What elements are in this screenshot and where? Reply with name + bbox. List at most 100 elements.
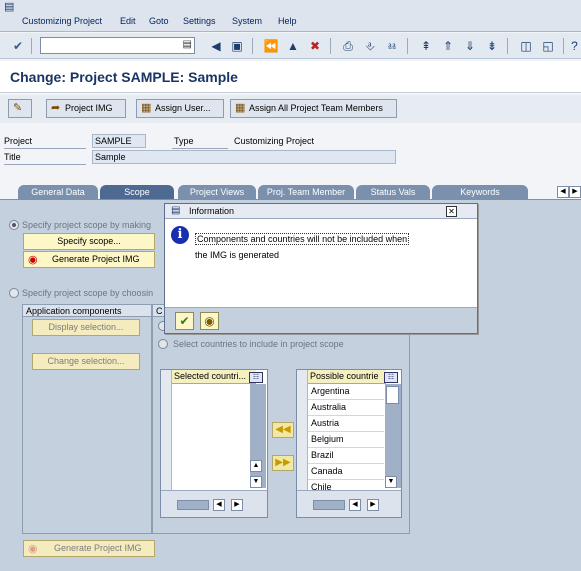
tab-keywords[interactable]: Keywords bbox=[432, 185, 528, 199]
possible-scroll-left-icon[interactable]: ◀ bbox=[349, 499, 361, 511]
selected-table-footer: ◀ ▶ bbox=[161, 490, 267, 517]
tab-scope[interactable]: Scope bbox=[100, 185, 174, 199]
find-icon[interactable]: ⎀ bbox=[361, 37, 379, 55]
assign-all-icon: ▦ bbox=[235, 102, 246, 114]
command-field[interactable]: ▤ bbox=[40, 37, 195, 54]
project-label-underline bbox=[4, 148, 86, 149]
list-item[interactable]: Austria bbox=[308, 416, 384, 432]
tab-general-data[interactable]: General Data bbox=[18, 185, 98, 199]
type-label-underline bbox=[172, 148, 228, 149]
nav-back-icon[interactable]: ⏪ bbox=[262, 37, 280, 55]
bottom-generate-img-button[interactable]: ◉ Generate Project IMG bbox=[23, 540, 155, 557]
back-icon[interactable]: ◀ bbox=[207, 37, 225, 55]
toolbar-separator bbox=[563, 38, 564, 54]
close-icon[interactable]: ✕ bbox=[446, 206, 457, 217]
dialog-title-bar: ▤ Information ✕ bbox=[165, 204, 477, 219]
system-menu-icon[interactable]: ▤ bbox=[4, 1, 17, 13]
choose-scope-radio-label: Specify project scope by choosin bbox=[22, 288, 154, 298]
last-page-icon[interactable]: ⇟ bbox=[483, 37, 501, 55]
list-item[interactable]: Australia bbox=[308, 400, 384, 416]
list-item[interactable]: Canada bbox=[308, 464, 384, 480]
possible-countries-table[interactable]: Possible countrie ☷ Argentina Australia … bbox=[296, 369, 402, 518]
help-icon[interactable]: ? bbox=[568, 37, 581, 55]
possible-countries-header: Possible countrie bbox=[308, 370, 386, 384]
row-selector-column[interactable] bbox=[297, 370, 308, 490]
dialog-title: Information bbox=[189, 206, 235, 216]
project-img-button[interactable]: ➦ Project IMG bbox=[46, 99, 126, 118]
selected-countries-table[interactable]: Selected countri... ☷ ▲ ▼ ◀ ▶ bbox=[160, 369, 268, 518]
display-change-button[interactable]: ✎ bbox=[8, 99, 32, 118]
tab-scroll-right-icon[interactable]: ▶ bbox=[569, 186, 581, 198]
assign-user-button[interactable]: ▦ Assign User... bbox=[136, 99, 224, 118]
selected-scroll-down-icon[interactable]: ▼ bbox=[250, 476, 262, 488]
menu-system[interactable]: System bbox=[232, 16, 262, 26]
print-icon[interactable]: ⎙ bbox=[339, 37, 357, 55]
display-selection-button[interactable]: Display selection... bbox=[32, 319, 140, 336]
generate-img-icon: ◉ bbox=[28, 254, 38, 266]
cancel-icon[interactable]: ✖ bbox=[306, 37, 324, 55]
remove-country-button[interactable]: ▶▶ bbox=[272, 455, 294, 471]
possible-scroll-right-icon[interactable]: ▶ bbox=[367, 499, 379, 511]
find-next-icon[interactable]: ⎂ bbox=[383, 37, 401, 55]
list-item[interactable]: Brazil bbox=[308, 448, 384, 464]
specify-scope-button[interactable]: Specify scope... bbox=[23, 233, 155, 250]
new-session-icon[interactable]: ◫ bbox=[517, 37, 535, 55]
list-item[interactable]: Belgium bbox=[308, 432, 384, 448]
dialog-message-line1: Components and countries will not be inc… bbox=[195, 233, 410, 245]
project-label: Project bbox=[4, 136, 33, 146]
dialog-message-line2: the IMG is generated bbox=[195, 250, 280, 260]
tab-proj-team-member[interactable]: Proj. Team Member bbox=[258, 185, 354, 199]
title-field: Sample bbox=[92, 150, 396, 164]
possible-scroll-down-icon[interactable]: ▼ bbox=[385, 476, 397, 488]
assign-user-label: Assign User... bbox=[155, 103, 211, 113]
choose-scope-radio[interactable] bbox=[9, 288, 19, 298]
app-components-group: Application components bbox=[22, 304, 152, 534]
menu-edit[interactable]: Edit bbox=[120, 16, 136, 26]
tab-status-vals[interactable]: Status Vals bbox=[356, 185, 430, 199]
menu-help[interactable]: Help bbox=[278, 16, 297, 26]
help-icon[interactable]: ◉ bbox=[200, 312, 219, 330]
first-page-icon[interactable]: ⇞ bbox=[417, 37, 435, 55]
shortcut-icon[interactable]: ◱ bbox=[539, 37, 557, 55]
confirm-button[interactable]: ✔ bbox=[175, 312, 194, 330]
list-item[interactable]: Argentina bbox=[308, 384, 384, 400]
project-img-label: Project IMG bbox=[65, 103, 113, 113]
tab-project-views[interactable]: Project Views bbox=[178, 185, 256, 199]
dialog-system-icon[interactable]: ▤ bbox=[171, 205, 180, 216]
generate-project-img-button[interactable]: ◉ Generate Project IMG bbox=[23, 251, 155, 268]
column-settings-icon[interactable]: ☷ bbox=[249, 372, 263, 383]
menu-goto[interactable]: Goto bbox=[149, 16, 169, 26]
prev-page-icon[interactable]: ⇑ bbox=[439, 37, 457, 55]
save-icon[interactable]: ▣ bbox=[228, 37, 246, 55]
app-components-header: Application components bbox=[23, 305, 151, 317]
selected-scrollbar[interactable] bbox=[250, 384, 266, 488]
selected-horizontal-scrollbar[interactable] bbox=[177, 500, 209, 510]
exit-icon[interactable]: ▲ bbox=[284, 37, 302, 55]
column-settings-icon[interactable]: ☷ bbox=[384, 372, 398, 383]
title-label-underline bbox=[4, 164, 86, 165]
possible-horizontal-scrollbar[interactable] bbox=[313, 500, 345, 510]
specify-scope-radio[interactable] bbox=[9, 220, 19, 230]
bottom-generate-img-label: Generate Project IMG bbox=[54, 543, 142, 553]
standard-toolbar: ✔ ▤ ◀ ▣ ⏪ ▲ ✖ ⎙ ⎀ ⎂ ⇞ ⇑ ⇓ ⇟ ◫ ◱ ? bbox=[0, 33, 581, 59]
generate-img-label: Generate Project IMG bbox=[52, 254, 140, 264]
command-dropdown-icon[interactable]: ▤ bbox=[183, 39, 192, 50]
selected-scroll-right-icon[interactable]: ▶ bbox=[231, 499, 243, 511]
tab-scroll-left-icon[interactable]: ◀ bbox=[557, 186, 569, 198]
selected-scroll-up-icon[interactable]: ▲ bbox=[250, 460, 262, 472]
type-label: Type bbox=[174, 136, 194, 146]
pencil-glasses-icon: ✎ bbox=[13, 102, 23, 114]
menu-settings[interactable]: Settings bbox=[183, 16, 216, 26]
toolbar-separator bbox=[252, 38, 253, 54]
next-page-icon[interactable]: ⇓ bbox=[461, 37, 479, 55]
title-label: Title bbox=[4, 152, 21, 162]
select-countries-radio[interactable] bbox=[158, 339, 168, 349]
menu-customizing-project[interactable]: Customizing Project bbox=[22, 16, 102, 26]
possible-scroll-thumb[interactable] bbox=[386, 386, 399, 404]
change-selection-button[interactable]: Change selection... bbox=[32, 353, 140, 370]
selected-scroll-left-icon[interactable]: ◀ bbox=[213, 499, 225, 511]
enter-icon[interactable]: ✔ bbox=[9, 37, 27, 55]
add-country-button[interactable]: ◀◀ bbox=[272, 422, 294, 438]
assign-all-button[interactable]: ▦ Assign All Project Team Members bbox=[230, 99, 397, 118]
row-selector-column[interactable] bbox=[161, 370, 172, 490]
